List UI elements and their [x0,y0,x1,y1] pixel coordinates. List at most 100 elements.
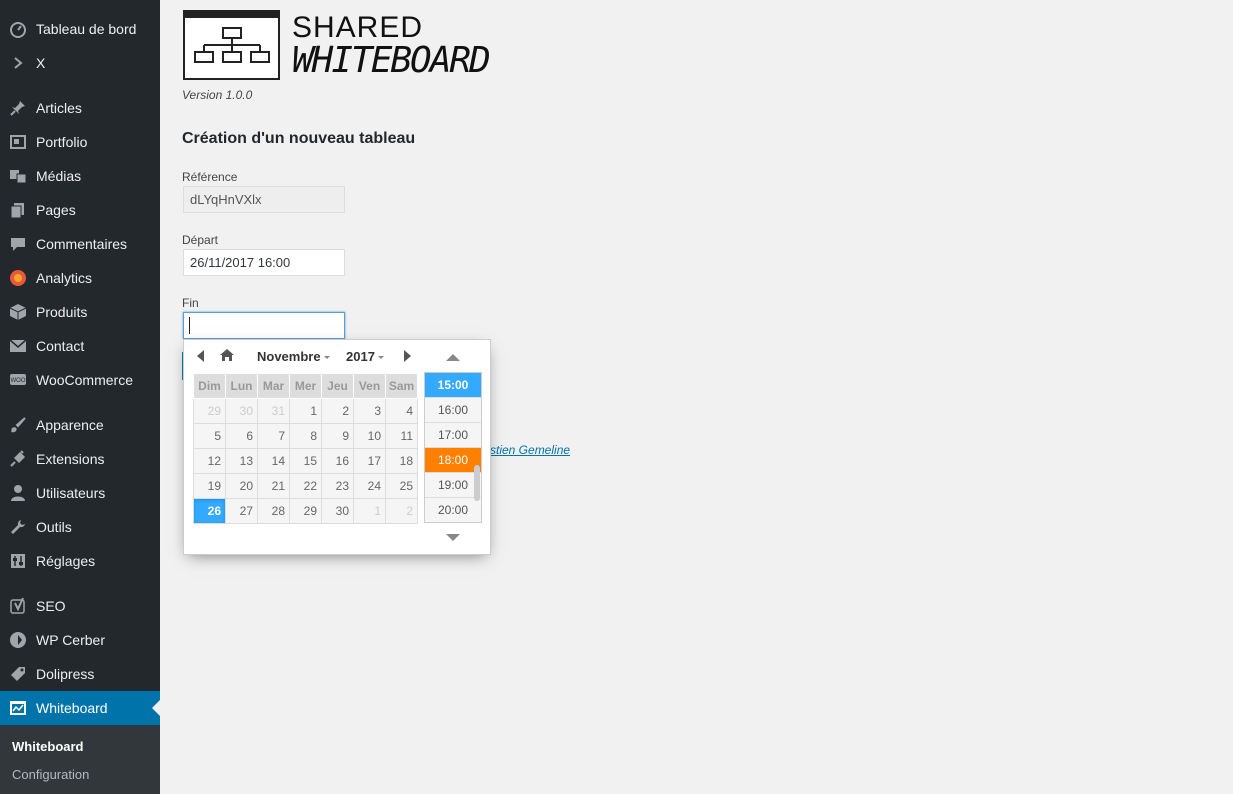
sidebar-item-x[interactable]: X [0,46,160,80]
calendar-day[interactable]: 8 [289,423,322,449]
sidebar-item-whiteboard[interactable]: Whiteboard [0,691,160,725]
calendar-day[interactable]: 25 [385,473,418,499]
calendar-day[interactable]: 27 [225,498,258,524]
calendar-day[interactable]: 1 [289,398,322,424]
home-icon[interactable] [219,348,235,362]
calendar-day-selected[interactable]: 26 [193,498,226,524]
calendar-day[interactable]: 13 [225,448,258,474]
text-caret [189,317,190,334]
sidebar-item-pages[interactable]: Pages [0,193,160,227]
sidebar-item-label: Médias [36,168,82,184]
next-month-icon[interactable] [404,350,411,362]
weekday-header: Sam [385,373,418,399]
time-option-selected[interactable]: 15:00 [425,373,481,398]
calendar-day[interactable]: 15 [289,448,322,474]
time-scroll-down-icon[interactable] [446,534,460,541]
calendar-day[interactable]: 19 [193,473,226,499]
calendar-day[interactable]: 16 [321,448,354,474]
time-scrollbar[interactable] [474,465,480,501]
sidebar-item-extensions[interactable]: Extensions [0,442,160,476]
calendar-day[interactable]: 31 [257,398,290,424]
calendar-day[interactable]: 1 [353,498,386,524]
calendar-day[interactable]: 4 [385,398,418,424]
month-select[interactable]: Novembre [257,349,330,364]
sidebar-item-contact[interactable]: Contact [0,329,160,363]
calendar-day[interactable]: 6 [225,423,258,449]
sidebar-item-woocommerce[interactable]: WOO WooCommerce [0,363,160,397]
sidebar-item-articles[interactable]: Articles [0,91,160,125]
time-option[interactable]: 16:00 [425,398,481,423]
sidebar-item-analytics[interactable]: Analytics [0,261,160,295]
calendar-day[interactable]: 14 [257,448,290,474]
calendar-day[interactable]: 21 [257,473,290,499]
calendar-day[interactable]: 18 [385,448,418,474]
sidebar-item-label: Analytics [36,270,93,286]
wrench-icon [0,510,36,544]
prev-month-icon[interactable] [197,350,204,362]
sidebar-item-label: Contact [36,338,85,354]
calendar-day[interactable]: 24 [353,473,386,499]
time-option-hover[interactable]: 18:00 [425,448,481,473]
sidebar-item-label: WP Cerber [36,632,105,648]
time-option[interactable]: 19:00 [425,473,481,498]
yoast-icon [0,589,36,623]
datetime-picker: Novembre 2017 Dim Lun Mar Mer Jeu Ven Sa… [183,339,491,555]
reference-label: Référence [182,170,238,184]
submenu-item-configuration[interactable]: Configuration [12,767,89,782]
user-icon [0,476,36,510]
time-option[interactable]: 20:00 [425,498,481,522]
start-date-field[interactable]: 26/11/2017 16:00 [183,249,345,276]
calendar-day[interactable]: 29 [193,398,226,424]
end-date-field[interactable] [183,312,345,339]
year-select[interactable]: 2017 [346,349,384,364]
submenu-item-whiteboard[interactable]: Whiteboard [12,739,84,754]
reference-field[interactable]: dLYqHnVXlx [183,186,345,213]
author-link[interactable]: stien Gemeline [490,443,570,457]
month-label: Novembre [257,349,321,364]
calendar-day[interactable]: 9 [321,423,354,449]
time-scroll-up-icon[interactable] [446,354,460,361]
sidebar-item-produits[interactable]: Produits [0,295,160,329]
calendar-day[interactable]: 11 [385,423,418,449]
end-label: Fin [182,296,199,310]
sidebar-item-wp-cerber[interactable]: WP Cerber [0,623,160,657]
sidebar-item-dashboard[interactable]: Tableau de bord [0,12,160,46]
calendar-day[interactable]: 5 [193,423,226,449]
calendar-day[interactable]: 22 [289,473,322,499]
sidebar-item-label: Tableau de bord [36,21,137,37]
logo-text-whiteboard: WHITEBOARD [292,40,491,81]
time-option[interactable]: 17:00 [425,423,481,448]
calendar-day[interactable]: 3 [353,398,386,424]
sidebar-item-label: Utilisateurs [36,485,106,501]
plugin-icon [0,442,36,476]
calendar-day[interactable]: 23 [321,473,354,499]
sidebar-item-commentaires[interactable]: Commentaires [0,227,160,261]
calendar-day[interactable]: 10 [353,423,386,449]
calendar-day[interactable]: 30 [321,498,354,524]
calendar-day[interactable]: 12 [193,448,226,474]
sidebar-item-apparence[interactable]: Apparence [0,408,160,442]
calendar-day[interactable]: 2 [321,398,354,424]
calendar-day[interactable]: 28 [257,498,290,524]
sidebar-item-label: X [36,55,46,71]
weekday-header: Lun [225,373,258,399]
sidebar-item-label: Articles [36,100,82,116]
calendar-day[interactable]: 7 [257,423,290,449]
sidebar-item-seo[interactable]: SEO [0,589,160,623]
sidebar-submenu: Whiteboard Configuration [0,725,160,794]
sidebar-item-label: Produits [36,304,88,320]
shield-icon [0,623,36,657]
media-icon [0,159,36,193]
sidebar-item-dolipress[interactable]: Dolipress [0,657,160,691]
calendar-day[interactable]: 30 [225,398,258,424]
weekday-header: Dim [193,373,226,399]
calendar-day[interactable]: 17 [353,448,386,474]
calendar-day[interactable]: 2 [385,498,418,524]
sidebar-item-reglages[interactable]: Réglages [0,544,160,578]
sidebar-item-outils[interactable]: Outils [0,510,160,544]
calendar-day[interactable]: 20 [225,473,258,499]
sidebar-item-medias[interactable]: Médias [0,159,160,193]
sidebar-item-portfolio[interactable]: Portfolio [0,125,160,159]
calendar-day[interactable]: 29 [289,498,322,524]
sidebar-item-utilisateurs[interactable]: Utilisateurs [0,476,160,510]
